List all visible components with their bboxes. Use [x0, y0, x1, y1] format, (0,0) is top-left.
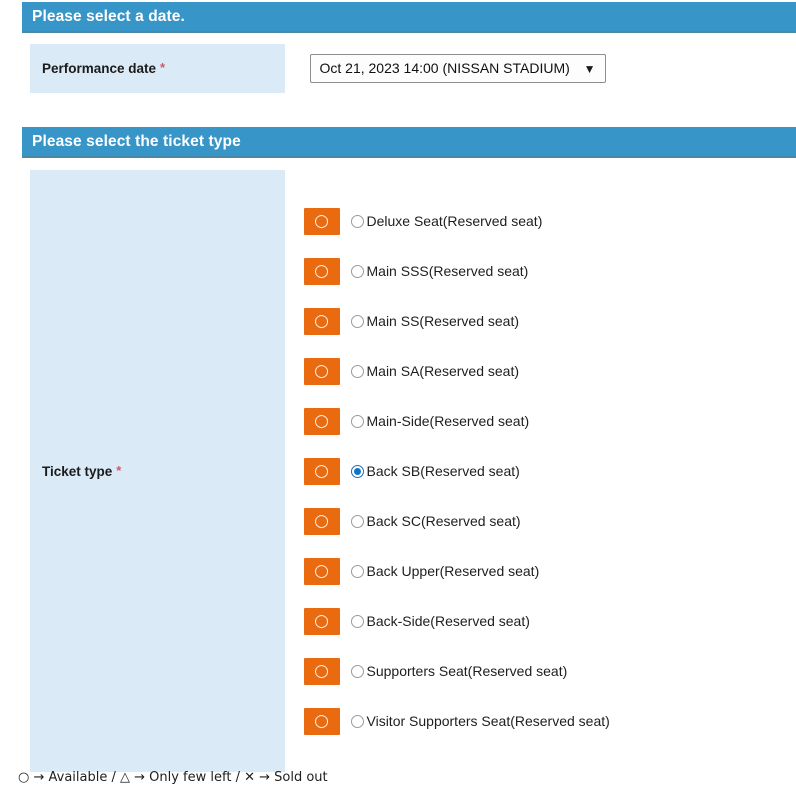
availability-status-icon: ○ — [303, 607, 340, 635]
section-header-date: Please select a date. — [22, 2, 796, 33]
ticket-type-radio[interactable] — [350, 564, 364, 578]
ticket-type-option-label[interactable]: Main SA(Reserved seat) — [367, 363, 520, 379]
performance-date-table: Performance date * Oct 21, 2023 14:00 (NI… — [30, 44, 606, 93]
availability-glyph: ○ — [314, 310, 329, 331]
availability-status-icon: ○ — [303, 307, 340, 335]
availability-status-icon: ○ — [303, 707, 340, 735]
ticket-type-option-label[interactable]: Back Upper(Reserved seat) — [367, 563, 540, 579]
ticket-type-option-row[interactable]: ○ Main SA(Reserved seat) — [303, 346, 610, 396]
ticket-type-radio[interactable] — [350, 514, 364, 528]
ticket-type-option-label[interactable]: Main SSS(Reserved seat) — [367, 263, 529, 279]
ticket-type-radio[interactable] — [350, 464, 364, 478]
availability-glyph: ○ — [314, 260, 329, 281]
section-title-date: Please select a date. — [32, 7, 185, 25]
availability-status-icon: ○ — [303, 507, 340, 535]
ticket-type-radio[interactable] — [350, 314, 364, 328]
ticket-type-options-cell: ○ Deluxe Seat(Reserved seat) ○ Main SSS(Res… — [287, 170, 610, 772]
availability-glyph: ○ — [314, 610, 329, 631]
availability-status-icon: ○ — [303, 407, 340, 435]
availability-glyph: ○ — [314, 660, 329, 681]
ticket-type-radio[interactable] — [350, 364, 364, 378]
ticket-type-option-row[interactable]: ○ Visitor Supporters Seat(Reserved seat) — [303, 696, 610, 746]
ticket-type-radio[interactable] — [350, 214, 364, 228]
table-row: Performance date * Oct 21, 2023 14:00 (NI… — [30, 44, 606, 93]
section-title-ticket-type: Please select the ticket type — [32, 132, 241, 150]
ticket-type-option-row[interactable]: ○ Back SC(Reserved seat) — [303, 496, 610, 546]
ticket-type-radio[interactable] — [350, 664, 364, 678]
ticket-type-option-label[interactable]: Supporters Seat(Reserved seat) — [367, 663, 568, 679]
ticket-type-option-row[interactable]: ○ Main SS(Reserved seat) — [303, 296, 610, 346]
ticket-type-table: Ticket type * ○ Deluxe Seat(Reserved seat)… — [30, 170, 610, 772]
availability-glyph: ○ — [314, 560, 329, 581]
availability-status-icon: ○ — [303, 657, 340, 685]
availability-status-icon: ○ — [303, 207, 340, 235]
ticket-type-radio[interactable] — [350, 264, 364, 278]
availability-glyph: ○ — [314, 360, 329, 381]
performance-date-label-cell: Performance date * — [30, 44, 292, 93]
required-asterisk: * — [160, 60, 166, 75]
ticket-type-option-row[interactable]: ○ Back SB(Reserved seat) — [303, 446, 610, 496]
availability-glyph: ○ — [314, 510, 329, 531]
availability-glyph: ○ — [314, 460, 329, 481]
ticket-type-option-list: ○ Deluxe Seat(Reserved seat) ○ Main SSS(Res… — [303, 196, 610, 746]
table-row: Ticket type * ○ Deluxe Seat(Reserved seat)… — [30, 170, 610, 772]
booking-form-page: Please select a date. Performance date * … — [0, 0, 796, 786]
availability-glyph: ○ — [314, 710, 329, 731]
availability-status-icon: ○ — [303, 257, 340, 285]
ticket-type-option-label[interactable]: Back-Side(Reserved seat) — [367, 613, 530, 629]
ticket-type-option-row[interactable]: ○ Back-Side(Reserved seat) — [303, 596, 610, 646]
ticket-type-option-row[interactable]: ○ Supporters Seat(Reserved seat) — [303, 646, 610, 696]
ticket-type-label-cell: Ticket type * — [30, 170, 292, 772]
ticket-type-option-row[interactable]: ○ Back Upper(Reserved seat) — [303, 546, 610, 596]
section-header-ticket-type: Please select the ticket type — [22, 127, 796, 158]
ticket-type-option-label[interactable]: Back SB(Reserved seat) — [367, 463, 520, 479]
availability-status-icon: ○ — [303, 557, 340, 585]
performance-date-label: Performance date — [42, 61, 157, 76]
status-legend: ○ → Available / △ → Only few left / ✕ → … — [18, 770, 328, 785]
ticket-type-radio[interactable] — [350, 614, 364, 628]
performance-date-select-wrap: Oct 21, 2023 14:00 (NISSAN STADIUM) ▼ — [309, 54, 606, 83]
availability-status-icon: ○ — [303, 457, 340, 485]
availability-glyph: ○ — [314, 410, 329, 431]
performance-date-value-cell: Oct 21, 2023 14:00 (NISSAN STADIUM) ▼ — [288, 44, 606, 93]
ticket-type-option-label[interactable]: Back SC(Reserved seat) — [367, 513, 521, 529]
ticket-type-option-label[interactable]: Visitor Supporters Seat(Reserved seat) — [367, 713, 610, 729]
performance-date-select[interactable]: Oct 21, 2023 14:00 (NISSAN STADIUM) — [309, 54, 606, 83]
ticket-type-radio[interactable] — [350, 414, 364, 428]
ticket-type-option-row[interactable]: ○ Main SSS(Reserved seat) — [303, 246, 610, 296]
availability-status-icon: ○ — [303, 357, 340, 385]
ticket-type-option-label[interactable]: Deluxe Seat(Reserved seat) — [367, 213, 543, 229]
ticket-type-option-label[interactable]: Main SS(Reserved seat) — [367, 313, 520, 329]
required-asterisk: * — [116, 462, 122, 478]
ticket-type-label: Ticket type — [42, 463, 113, 479]
ticket-type-option-label[interactable]: Main-Side(Reserved seat) — [367, 413, 530, 429]
ticket-type-option-row[interactable]: ○ Deluxe Seat(Reserved seat) — [303, 196, 610, 246]
availability-glyph: ○ — [314, 210, 329, 231]
ticket-type-option-row[interactable]: ○ Main-Side(Reserved seat) — [303, 396, 610, 446]
ticket-type-radio[interactable] — [350, 714, 364, 728]
